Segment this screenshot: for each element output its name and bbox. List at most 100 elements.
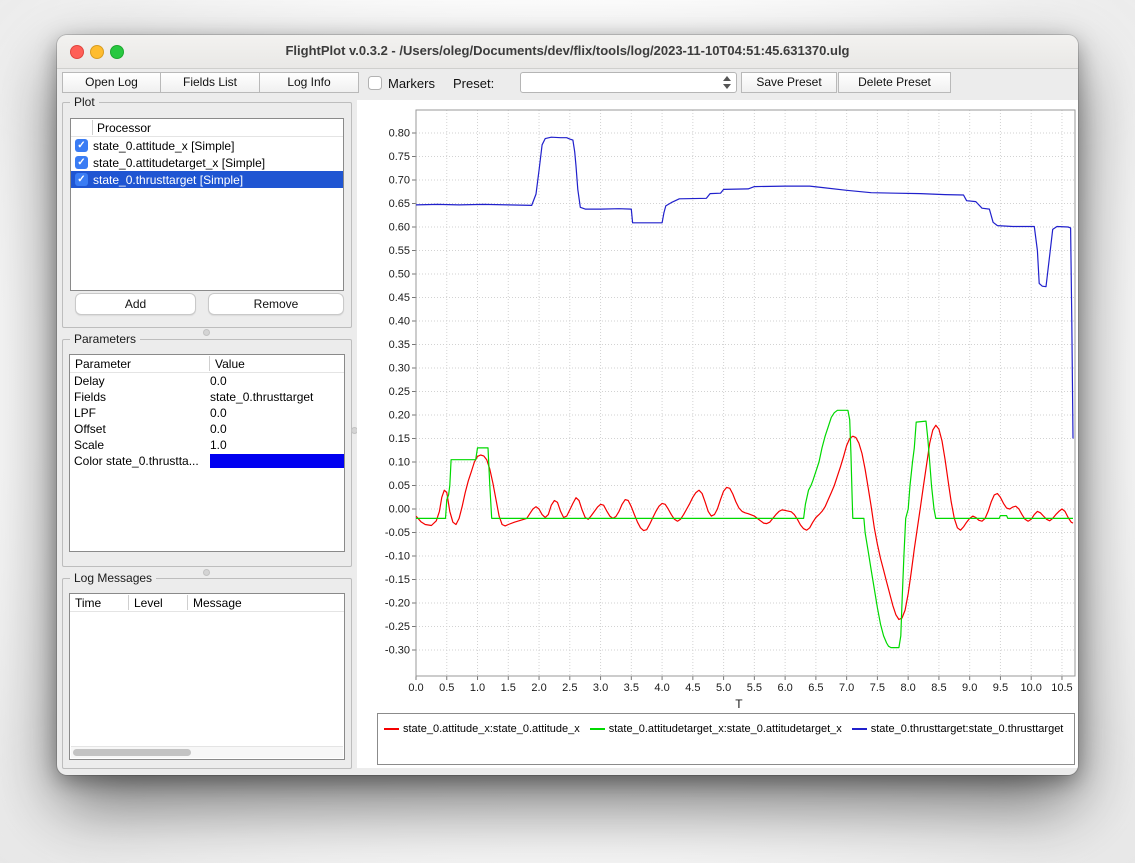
svg-text:0.30: 0.30	[389, 363, 410, 375]
svg-text:0.25: 0.25	[389, 386, 410, 398]
save-preset-button[interactable]: Save Preset	[741, 72, 837, 93]
svg-text:0.35: 0.35	[389, 339, 410, 351]
delete-preset-button[interactable]: Delete Preset	[838, 72, 951, 93]
combobox-stepper-icon[interactable]	[721, 75, 733, 90]
parameter-row[interactable]: Offset0.0	[70, 421, 344, 437]
parameter-name: Fields	[70, 390, 210, 404]
svg-text:8.0: 8.0	[901, 682, 916, 694]
preset-combobox[interactable]	[520, 72, 737, 93]
series-line	[416, 410, 1073, 647]
legend-entry: state_0.thrusttarget:state_0.thrusttarge…	[852, 717, 1064, 740]
svg-text:5.5: 5.5	[747, 682, 762, 694]
plot-list-item[interactable]: ✓ state_0.attitudetarget_x [Simple]	[71, 154, 343, 171]
svg-text:1.5: 1.5	[501, 682, 516, 694]
parameter-value: 0.0	[210, 421, 344, 437]
log-messages-panel-title: Log Messages	[70, 571, 156, 585]
parameter-value: 0.0	[210, 373, 344, 389]
legend-label: state_0.attitudetarget_x:state_0.attitud…	[609, 723, 842, 735]
svg-text:0.00: 0.00	[389, 504, 410, 516]
parameter-row[interactable]: Color state_0.thrustta...	[70, 453, 344, 469]
scrollbar-thumb[interactable]	[73, 749, 191, 756]
remove-button[interactable]: Remove	[208, 293, 344, 315]
svg-text:0.45: 0.45	[389, 292, 410, 304]
add-button[interactable]: Add	[75, 293, 196, 315]
svg-text:0.0: 0.0	[408, 682, 423, 694]
svg-text:2.5: 2.5	[562, 682, 577, 694]
plot-list-item[interactable]: ✓ state_0.thrusttarget [Simple]	[71, 171, 343, 188]
item-label: state_0.attitude_x [Simple]	[93, 139, 234, 153]
svg-text:7.0: 7.0	[839, 682, 854, 694]
svg-text:-0.15: -0.15	[385, 574, 410, 586]
window-title: FlightPlot v.0.3.2 - /Users/oleg/Documen…	[57, 43, 1078, 58]
svg-text:-0.10: -0.10	[385, 551, 410, 563]
legend-line-icon	[852, 728, 867, 730]
svg-text:3.5: 3.5	[624, 682, 639, 694]
svg-text:-0.25: -0.25	[385, 621, 410, 633]
svg-text:0.10: 0.10	[389, 457, 410, 469]
processor-list[interactable]: Processor ✓ state_0.attitude_x [Simple] ✓ s…	[70, 118, 344, 291]
item-checkbox[interactable]: ✓	[75, 139, 88, 152]
svg-text:0.80: 0.80	[389, 128, 410, 140]
parameter-name: Color state_0.thrustta...	[70, 454, 210, 468]
chart-panel[interactable]: 0.800.750.700.650.600.550.500.450.400.35…	[357, 100, 1078, 768]
parameters-table[interactable]: Parameter Value Delay0.0Fieldsstate_0.th…	[69, 354, 345, 552]
plot-list-item[interactable]: ✓ state_0.attitude_x [Simple]	[71, 137, 343, 154]
svg-text:0.20: 0.20	[389, 410, 410, 422]
flight-chart[interactable]: 0.800.750.700.650.600.550.500.450.400.35…	[357, 100, 1078, 768]
parameter-row[interactable]: Fieldsstate_0.thrusttarget	[70, 389, 344, 405]
log-info-button[interactable]: Log Info	[259, 72, 359, 93]
parameters-table-header: Parameter Value	[70, 355, 344, 373]
svg-text:6.0: 6.0	[777, 682, 792, 694]
svg-text:8.5: 8.5	[931, 682, 946, 694]
svg-text:0.65: 0.65	[389, 198, 410, 210]
legend-label: state_0.attitude_x:state_0.attitude_x	[403, 723, 580, 735]
markers-checkbox[interactable]	[368, 76, 382, 90]
svg-text:0.70: 0.70	[389, 175, 410, 187]
processor-list-header: Processor	[71, 119, 343, 137]
parameter-name: Offset	[70, 422, 210, 436]
parameter-row[interactable]: Delay0.0	[70, 373, 344, 389]
plot-panel: Plot Processor ✓state_0.attitude_x [Simp…	[62, 102, 352, 328]
color-swatch[interactable]	[210, 454, 344, 468]
desktop-background: FlightPlot v.0.3.2 - /Users/oleg/Documen…	[0, 0, 1135, 863]
horizontal-splitter-handle[interactable]	[203, 329, 210, 336]
plot-list-body: ✓ state_0.attitude_x [Simple] ✓ state_0.att…	[71, 137, 343, 188]
legend-line-icon	[590, 728, 605, 730]
svg-text:2.0: 2.0	[531, 682, 546, 694]
item-checkbox[interactable]: ✓	[75, 173, 88, 186]
parameter-row[interactable]: Scale1.0	[70, 437, 344, 453]
parameter-value	[210, 453, 344, 469]
legend-label: state_0.thrusttarget:state_0.thrusttarge…	[871, 723, 1064, 735]
open-log-button[interactable]: Open Log	[62, 72, 161, 93]
preset-label: Preset:	[453, 76, 494, 91]
series-line	[416, 137, 1073, 438]
processor-column-header: Processor	[97, 121, 151, 135]
svg-text:-0.20: -0.20	[385, 598, 410, 610]
svg-text:9.5: 9.5	[993, 682, 1008, 694]
item-label: state_0.attitudetarget_x [Simple]	[93, 156, 265, 170]
item-label: state_0.thrusttarget [Simple]	[93, 173, 243, 187]
level-column-header: Level	[134, 596, 163, 610]
svg-text:0.50: 0.50	[389, 269, 410, 281]
parameters-panel-title: Parameters	[70, 332, 140, 346]
svg-text:4.5: 4.5	[685, 682, 700, 694]
parameters-table-body: Delay0.0Fieldsstate_0.thrusttargetLPF0.0…	[70, 373, 344, 469]
legend-entry: state_0.attitudetarget_x:state_0.attitud…	[590, 717, 842, 740]
svg-text:6.5: 6.5	[808, 682, 823, 694]
parameter-value: state_0.thrusttarget	[210, 389, 344, 405]
horizontal-splitter-handle-2[interactable]	[203, 569, 210, 576]
item-checkbox[interactable]: ✓	[75, 156, 88, 169]
horizontal-scrollbar[interactable]	[71, 746, 343, 758]
log-messages-table[interactable]: Time Level Message	[69, 593, 345, 760]
legend-entry: state_0.attitude_x:state_0.attitude_x	[384, 717, 580, 740]
parameter-name: Scale	[70, 438, 210, 452]
svg-text:0.40: 0.40	[389, 316, 410, 328]
svg-text:10.0: 10.0	[1020, 682, 1041, 694]
x-axis-label: T	[735, 697, 743, 711]
message-column-header: Message	[193, 596, 242, 610]
markers-label: Markers	[388, 76, 435, 91]
title-bar: FlightPlot v.0.3.2 - /Users/oleg/Documen…	[57, 35, 1078, 69]
fields-list-button[interactable]: Fields List	[160, 72, 260, 93]
parameter-row[interactable]: LPF0.0	[70, 405, 344, 421]
svg-text:3.0: 3.0	[593, 682, 608, 694]
